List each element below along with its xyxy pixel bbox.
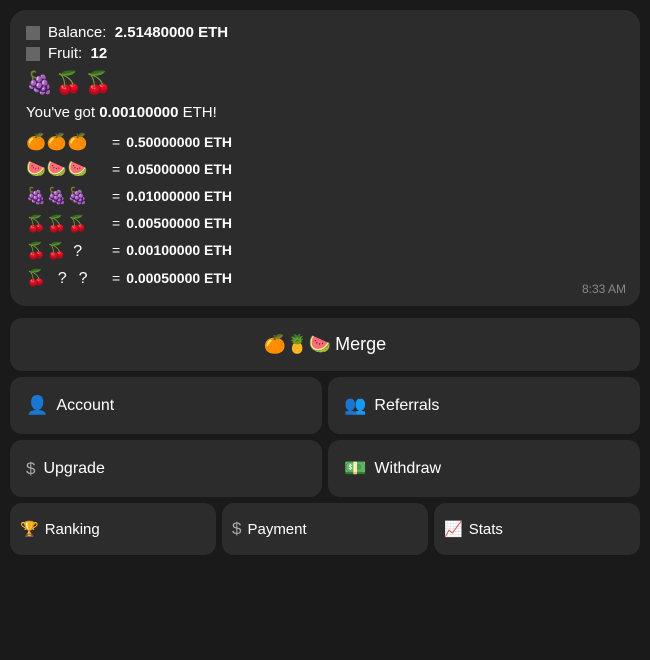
referrals-label: Referrals bbox=[374, 397, 439, 415]
table-row: 🍉🍉🍉 = 0.05000000 ETH bbox=[26, 156, 624, 183]
withdraw-label: Withdraw bbox=[374, 460, 441, 478]
fruit-text: Fruit: 12 bbox=[48, 45, 107, 62]
nav-grid-row1: 👤 Account 👥 Referrals bbox=[10, 377, 640, 434]
referrals-icon: 👥 bbox=[344, 395, 366, 416]
nav-grid-row2: $ Upgrade 💵 Withdraw bbox=[10, 440, 640, 497]
you-got-suffix: ETH! bbox=[178, 104, 216, 121]
stats-label: Stats bbox=[469, 521, 503, 538]
withdraw-icon: 💵 bbox=[344, 458, 366, 479]
you-got-message: You've got 0.00100000 ETH! bbox=[26, 104, 624, 121]
merge-icon: 🍊🍍🍉 bbox=[264, 334, 331, 355]
stats-button[interactable]: 📈 Stats bbox=[434, 503, 640, 555]
account-icon: 👤 bbox=[26, 395, 48, 416]
stats-icon: 📈 bbox=[444, 520, 463, 538]
table-row: 🍊🍊🍊 = 0.50000000 ETH bbox=[26, 129, 624, 156]
table-row: 🍇🍇🍇 = 0.01000000 ETH bbox=[26, 183, 624, 210]
upgrade-label: Upgrade bbox=[43, 460, 104, 478]
nav-bottom-row: 🏆 Ranking $ Payment 📈 Stats bbox=[10, 503, 640, 555]
ranking-button[interactable]: 🏆 Ranking bbox=[10, 503, 216, 555]
fruit-table: 🍊🍊🍊 = 0.50000000 ETH 🍉🍉🍉 = 0.05000000 ET… bbox=[26, 129, 624, 292]
upgrade-button[interactable]: $ Upgrade bbox=[10, 440, 322, 497]
fruit-icons-display: 🍇🍒🍒 bbox=[26, 70, 624, 96]
fruit-label: Fruit: bbox=[48, 45, 82, 62]
ranking-icon: 🏆 bbox=[20, 520, 39, 538]
balance-label: Balance: bbox=[48, 24, 106, 41]
referrals-button[interactable]: 👥 Referrals bbox=[328, 377, 640, 434]
table-row: 🍒🍒🍒 = 0.00500000 ETH bbox=[26, 211, 624, 238]
table-row: 🍒 ? ? = 0.00050000 ETH bbox=[26, 265, 624, 292]
payment-button[interactable]: $ Payment bbox=[222, 503, 428, 555]
withdraw-button[interactable]: 💵 Withdraw bbox=[328, 440, 640, 497]
you-got-value: 0.00100000 bbox=[99, 104, 178, 121]
account-button[interactable]: 👤 Account bbox=[10, 377, 322, 434]
balance-icon bbox=[26, 26, 40, 40]
fruit-value: 12 bbox=[91, 45, 108, 62]
merge-label: Merge bbox=[335, 334, 386, 355]
fruit-icon bbox=[26, 47, 40, 61]
balance-value: 2.51480000 ETH bbox=[115, 24, 228, 41]
payment-icon: $ bbox=[232, 519, 241, 539]
ranking-label: Ranking bbox=[45, 521, 100, 538]
chat-message: Balance: 2.51480000 ETH Fruit: 12 🍇🍒🍒 Yo… bbox=[10, 10, 640, 306]
you-got-prefix: You've got bbox=[26, 104, 99, 121]
merge-button[interactable]: 🍊🍍🍉 Merge bbox=[10, 318, 640, 371]
message-timestamp: 8:33 AM bbox=[582, 282, 626, 296]
upgrade-icon: $ bbox=[26, 459, 35, 479]
balance-text: Balance: 2.51480000 ETH bbox=[48, 24, 228, 41]
account-label: Account bbox=[56, 397, 114, 415]
payment-label: Payment bbox=[247, 521, 306, 538]
bottom-navigation: 🍊🍍🍉 Merge 👤 Account 👥 Referrals $ Upgrad… bbox=[0, 312, 650, 561]
table-row: 🍒🍒 ? = 0.00100000 ETH bbox=[26, 238, 624, 265]
